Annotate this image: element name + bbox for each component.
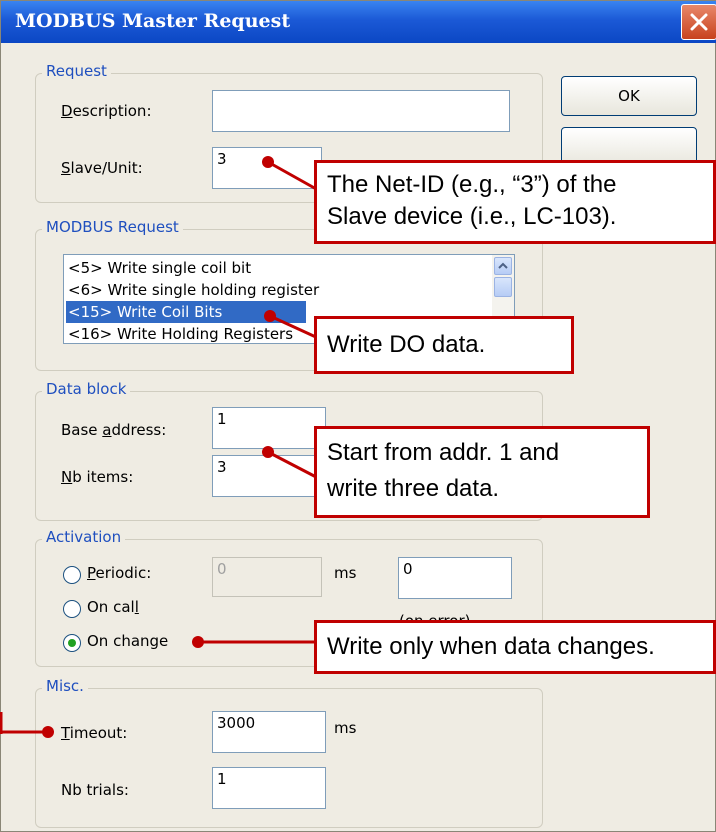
timeout-marker-dot (42, 726, 54, 738)
request-callout-line (269, 314, 319, 340)
change-marker-dot (192, 636, 204, 648)
on-change-callout: Write only when data changes. (314, 620, 716, 674)
slave-marker-dot (262, 156, 274, 168)
data-block-callout: Start from addr. 1 and write three data. (314, 426, 650, 518)
data-callout-line (267, 450, 319, 480)
callout-line-1: The Net-ID (e.g., “3”) of the (327, 171, 617, 198)
slave-callout-line (267, 160, 319, 192)
callout-line-2: write three data. (327, 475, 500, 502)
slave-id-callout: The Net-ID (e.g., “3”) of the Slave devi… (314, 160, 716, 244)
request-marker-dot (264, 310, 276, 322)
annotation-lines (0, 160, 319, 734)
callout-line-2: Slave device (i.e., LC-103). (327, 203, 617, 230)
callout-line-1: Start from addr. 1 and (327, 439, 560, 466)
write-do-callout: Write DO data. (314, 316, 574, 374)
data-marker-dot (262, 446, 274, 458)
